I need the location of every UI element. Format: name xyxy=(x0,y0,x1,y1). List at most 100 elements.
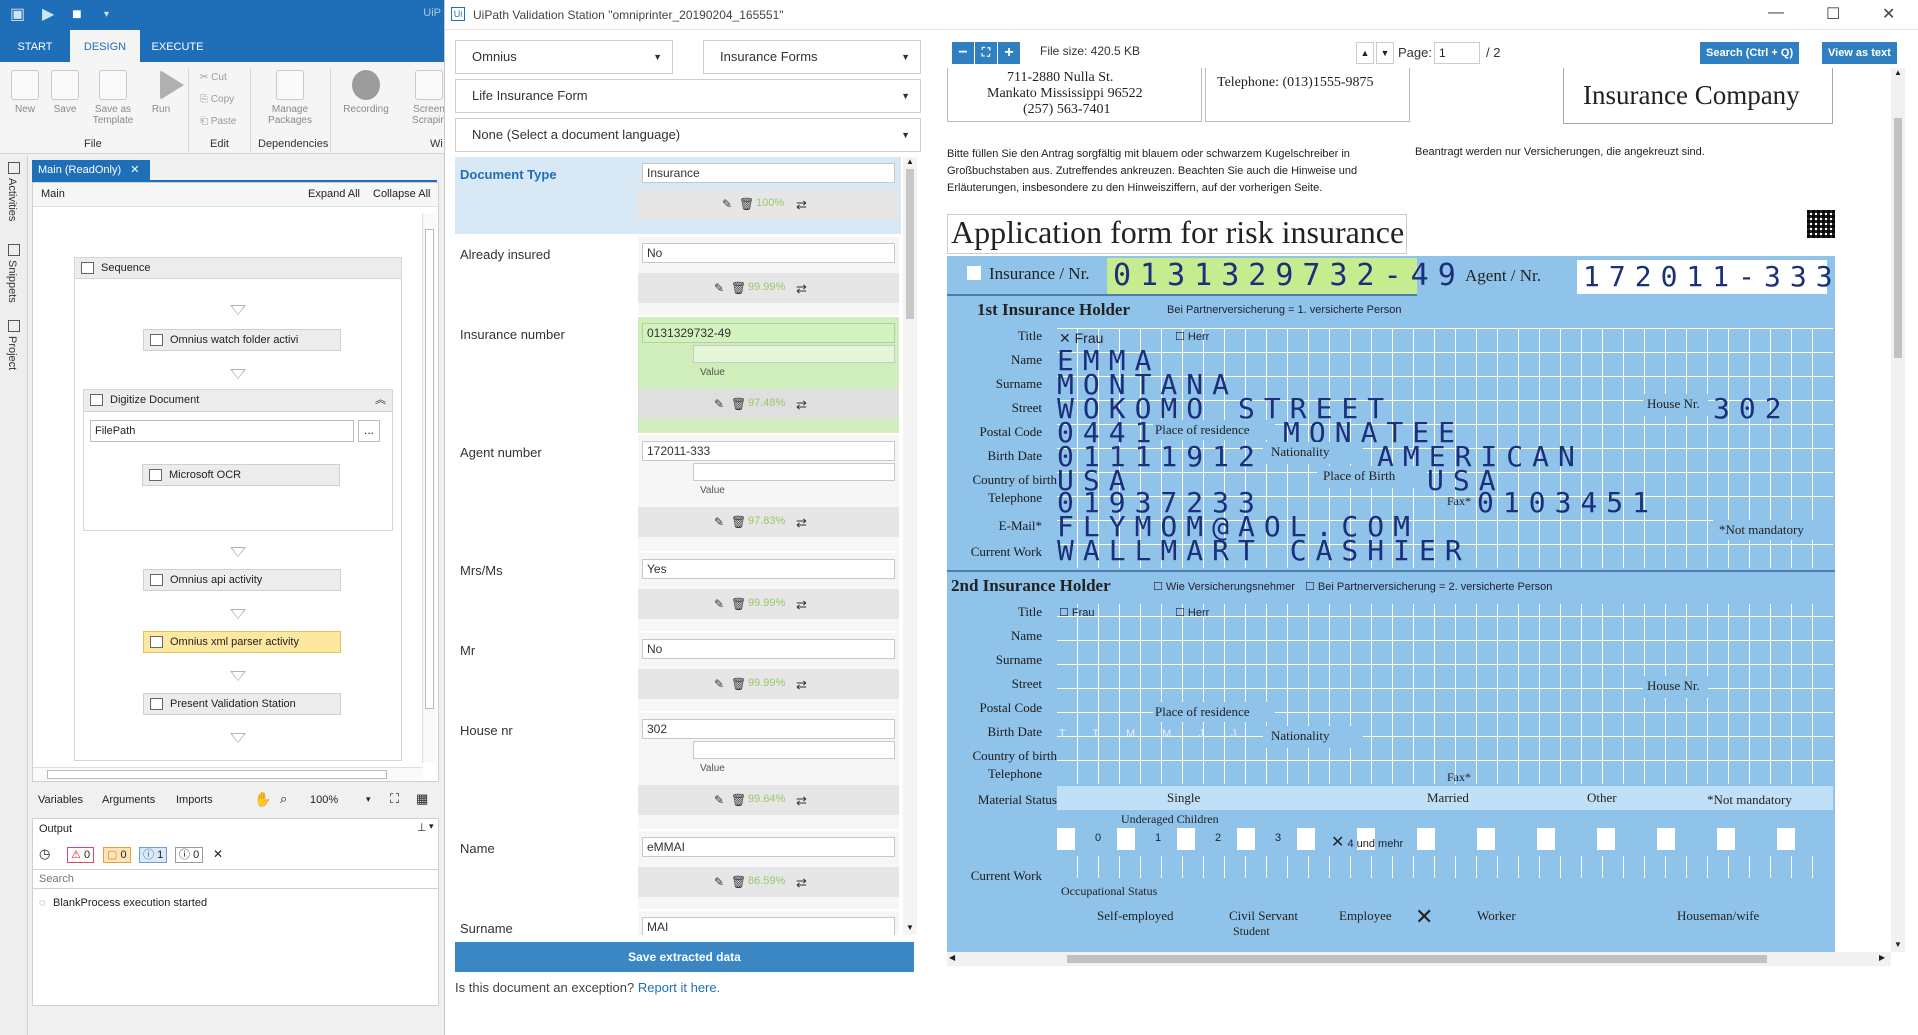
expand-all-link[interactable]: Expand All xyxy=(308,188,360,200)
swap-icon[interactable]: ⇄ xyxy=(796,597,807,613)
imports-tab[interactable]: Imports xyxy=(176,794,213,806)
edit-icon[interactable]: ✎ xyxy=(722,197,732,211)
browse-button[interactable]: ... xyxy=(358,420,380,442)
edit-icon[interactable]: ✎ xyxy=(714,793,724,807)
trace-filter[interactable]: ⓘ 0 xyxy=(175,847,204,863)
field-row-surname[interactable]: Surname MAI xyxy=(455,911,901,935)
activity-microsoft-ocr[interactable]: Microsoft OCR xyxy=(142,464,340,486)
scroll-up-icon[interactable]: ▲ xyxy=(1894,68,1902,77)
activities-panel-tab[interactable]: Activities xyxy=(6,178,18,221)
edit-icon[interactable]: ✎ xyxy=(714,597,724,611)
clock-icon[interactable]: ◷ xyxy=(39,846,50,862)
edit-icon[interactable]: ✎ xyxy=(714,677,724,691)
run-quick-icon[interactable]: ▶ xyxy=(42,6,54,24)
project-panel-tab[interactable]: Project xyxy=(6,336,18,370)
delete-icon[interactable]: 🗑 xyxy=(739,197,754,211)
run-button[interactable]: Run xyxy=(146,70,184,115)
field-value-input[interactable]: 172011-333 xyxy=(642,441,895,461)
next-page-button[interactable]: ▼ xyxy=(1376,42,1394,64)
new-button[interactable]: New xyxy=(10,70,40,115)
swap-icon[interactable]: ⇄ xyxy=(796,793,807,809)
field-row-name[interactable]: Name eMMAI ✎ 🗑 86.59% ⇄ xyxy=(455,831,901,909)
delete-icon[interactable]: 🗑 xyxy=(731,793,746,807)
designer-vertical-scrollbar[interactable] xyxy=(422,213,436,763)
sub-value-input[interactable] xyxy=(693,345,895,363)
error-filter[interactable]: ⚠ 0 xyxy=(67,847,95,863)
field-row-already-insured[interactable]: Already insured No ✎ 🗑 99.99% ⇄ xyxy=(455,237,901,315)
previous-page-button[interactable]: ▲ xyxy=(1356,42,1374,64)
field-value-input[interactable]: eMMAI xyxy=(642,837,895,857)
info-filter[interactable]: ⓘ 1 xyxy=(139,847,168,863)
field-row-house-nr[interactable]: House nr 302 Value ✎ 🗑 99.64% ⇄ xyxy=(455,713,901,829)
delete-icon[interactable]: 🗑 xyxy=(731,875,746,889)
scroll-down-icon[interactable]: ▼ xyxy=(1894,940,1902,949)
swap-icon[interactable]: ⇄ xyxy=(796,281,807,297)
delete-icon[interactable]: 🗑 xyxy=(731,677,746,691)
swap-icon[interactable]: ⇄ xyxy=(796,197,807,213)
scroll-down-icon[interactable]: ▼ xyxy=(906,923,914,932)
save-quick-icon[interactable]: ▣ xyxy=(10,6,25,24)
field-row-insurance-number[interactable]: Insurance number 0131329732-49 Value ✎ 🗑… xyxy=(455,317,901,433)
edit-icon[interactable]: ✎ xyxy=(714,397,724,411)
field-row-agent-number[interactable]: Agent number 172011-333 Value ✎ 🗑 97.83%… xyxy=(455,435,901,551)
cut-button[interactable]: ✂ Cut xyxy=(200,72,227,83)
designer-horizontal-scrollbar[interactable] xyxy=(33,767,423,781)
language-dropdown[interactable]: None (Select a document language) ▼ xyxy=(455,118,921,152)
sequence-header[interactable]: Sequence xyxy=(74,257,402,279)
activity-present-validation-station[interactable]: Present Validation Station xyxy=(143,693,341,715)
manage-packages-button[interactable]: Manage Packages xyxy=(262,70,318,126)
save-extracted-data-button[interactable]: Save extracted data xyxy=(455,942,914,972)
close-window-icon[interactable]: ✕ xyxy=(1882,4,1895,24)
field-row-mr[interactable]: Mr No ✎ 🗑 99.99% ⇄ xyxy=(455,633,901,711)
activity-omnius-api[interactable]: Omnius api activity xyxy=(143,569,341,591)
provider-dropdown[interactable]: Omnius ▼ xyxy=(455,40,673,74)
search-button[interactable]: Search (Ctrl + Q) xyxy=(1700,42,1800,64)
field-value-input[interactable]: Yes xyxy=(642,559,895,579)
field-value-input[interactable]: 302 xyxy=(642,719,895,739)
collapse-all-link[interactable]: Collapse All xyxy=(373,188,430,200)
edit-icon[interactable]: ✎ xyxy=(714,515,724,529)
zoom-magnifier-icon[interactable]: ⌕ xyxy=(280,791,287,807)
delete-icon[interactable]: 🗑 xyxy=(731,515,746,529)
scroll-left-icon[interactable]: ◀ xyxy=(949,953,955,962)
pin-icon[interactable]: ⊥ xyxy=(417,821,427,834)
zoom-dropdown-icon[interactable]: ▾ xyxy=(366,794,371,805)
scroll-up-icon[interactable]: ▲ xyxy=(906,157,914,166)
form-scrollbar[interactable]: ▲ ▼ xyxy=(903,157,917,935)
maximize-icon[interactable]: ☐ xyxy=(1826,4,1840,24)
overview-icon[interactable]: ▦ xyxy=(416,791,428,807)
screen-scraping-button[interactable]: Screen Scrapin xyxy=(404,70,444,126)
digitize-document-header[interactable]: Digitize Document ︽ xyxy=(84,390,392,412)
fit-screen-icon[interactable]: ⛶ xyxy=(390,791,399,807)
zoom-level[interactable]: 100% xyxy=(310,794,338,806)
tab-execute[interactable]: EXECUTE xyxy=(140,30,215,62)
save-button[interactable]: Save xyxy=(50,70,80,115)
save-as-template-button[interactable]: Save as Template xyxy=(88,70,138,126)
field-value-input[interactable]: 0131329732-49 xyxy=(642,323,895,343)
field-value-input[interactable]: No xyxy=(642,639,895,659)
zoom-out-button[interactable]: − xyxy=(952,42,974,64)
stop-quick-icon[interactable]: ■ xyxy=(72,6,82,24)
category-dropdown[interactable]: Insurance Forms ▼ xyxy=(703,40,921,74)
swap-icon[interactable]: ⇄ xyxy=(796,515,807,531)
edit-icon[interactable]: ✎ xyxy=(714,875,724,889)
copy-button[interactable]: ⎘ Copy xyxy=(200,94,234,105)
paste-button[interactable]: ⎗ Paste xyxy=(200,116,236,127)
close-tab-icon[interactable]: ✕ xyxy=(130,164,139,176)
arguments-tab[interactable]: Arguments xyxy=(102,794,155,806)
activity-watch-folder[interactable]: Omnius watch folder activi xyxy=(143,329,341,351)
field-value-input[interactable]: No xyxy=(642,243,895,263)
zoom-in-button[interactable]: + xyxy=(998,42,1020,64)
edit-icon[interactable]: ✎ xyxy=(714,281,724,295)
sub-value-input[interactable] xyxy=(693,741,895,759)
report-exception-link[interactable]: Report it here. xyxy=(638,980,720,995)
field-value-input[interactable]: Insurance xyxy=(642,163,895,183)
swap-icon[interactable]: ⇄ xyxy=(796,875,807,891)
variables-tab[interactable]: Variables xyxy=(38,794,83,806)
warning-filter[interactable]: ▢ 0 xyxy=(103,847,131,863)
main-document-tab[interactable]: Main (ReadOnly) ✕ xyxy=(32,160,150,180)
minimize-icon[interactable]: — xyxy=(1768,4,1784,22)
tab-design[interactable]: DESIGN xyxy=(70,30,140,62)
document-horizontal-scrollbar[interactable]: ◀ ▶ xyxy=(947,952,1891,966)
clear-output-icon[interactable]: ✕ xyxy=(213,847,223,861)
